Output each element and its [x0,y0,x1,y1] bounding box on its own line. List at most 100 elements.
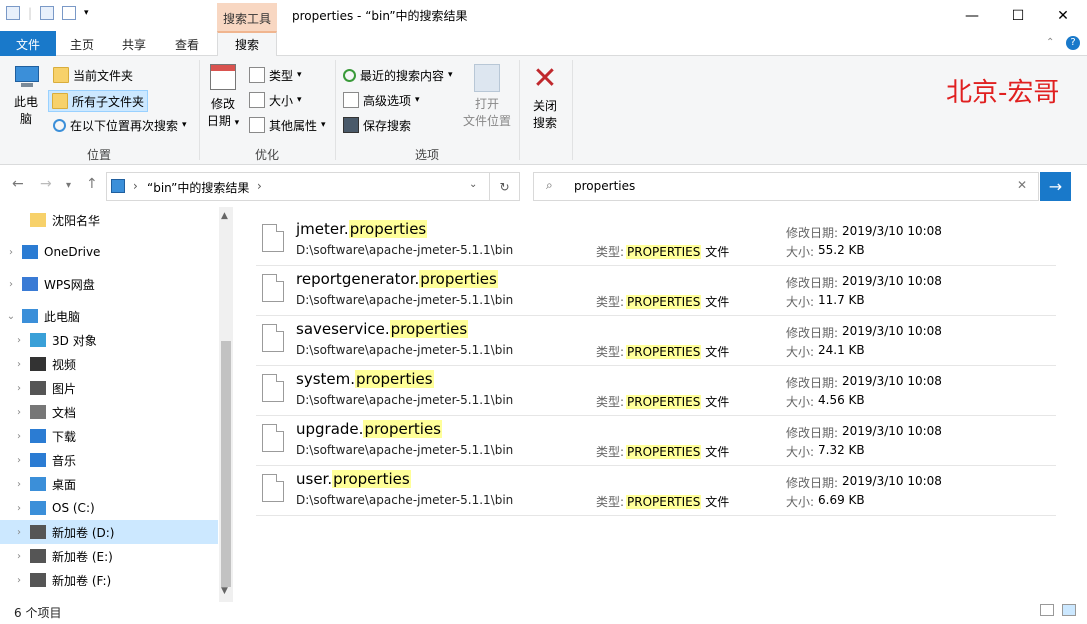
nav-item[interactable]: › 文档 [0,400,218,424]
up-button[interactable]: ↑ [86,176,98,192]
expand-chevron-icon[interactable]: › [14,431,24,442]
properties-icon[interactable] [40,6,55,20]
minimize-button[interactable]: — [949,0,995,31]
new-folder-icon[interactable] [62,6,77,20]
date-modified-button[interactable]: 修改 日期 ▾ [203,64,243,132]
other-properties-button[interactable]: 其他属性 ▾ [246,114,329,136]
search-result-row[interactable]: user.properties D:\software\apache-jmeter… [256,466,1056,516]
collapse-ribbon-icon[interactable]: ⌃ [1046,37,1054,48]
nav-item[interactable]: › WPS网盘 [0,272,218,296]
search-box[interactable]: ⌕ properties ✕ [533,172,1039,201]
all-subfolders-button[interactable]: 所有子文件夹 [48,90,149,112]
file-type-suffix: 文件 [701,345,730,359]
nav-item-label: 此电脑 [44,309,81,324]
search-result-row[interactable]: saveservice.properties D:\software\apache… [256,316,1056,366]
nav-item-label: 新加卷 (F:) [52,573,112,588]
address-dropdown-icon[interactable]: ⌄ [469,179,477,190]
scroll-up-icon[interactable]: ▲ [221,211,228,221]
nav-item[interactable]: 沈阳名华 [0,208,218,232]
tab-search[interactable]: 搜索 [217,31,277,57]
nav-item[interactable]: ⌄ 此电脑 [0,304,218,328]
nav-item[interactable]: › OneDrive [0,240,218,264]
expand-chevron-icon[interactable]: › [14,575,24,586]
nav-item[interactable]: › 桌面 [0,472,218,496]
clear-search-icon[interactable]: ✕ [1017,178,1027,192]
expand-chevron-icon[interactable]: › [6,279,16,290]
nav-item[interactable]: › 新加卷 (D:) [0,520,218,544]
expand-chevron-icon[interactable]: › [14,383,24,394]
search-result-row[interactable]: upgrade.properties D:\software\apache-jme… [256,416,1056,466]
save-search-button[interactable]: 保存搜索 [340,114,414,136]
nav-item[interactable]: › 视频 [0,352,218,376]
refresh-button[interactable]: ↻ [490,172,520,201]
maximize-button[interactable]: ☐ [995,0,1041,31]
nav-item[interactable]: › 音乐 [0,448,218,472]
file-name[interactable]: system.properties [296,370,434,388]
nav-item[interactable]: › 新加卷 (F:) [0,568,218,592]
expand-chevron-icon[interactable]: › [14,527,24,538]
tab-view[interactable]: 查看 [167,31,207,56]
file-name[interactable]: reportgenerator.properties [296,270,498,288]
recent-locations-button[interactable]: ▾ [66,180,71,191]
expand-chevron-icon[interactable]: › [14,551,24,562]
tab-share[interactable]: 共享 [114,31,154,56]
nav-scrollbar-thumb[interactable] [221,341,231,587]
this-pc-button[interactable]: 此电 脑 [6,64,46,128]
scroll-down-icon[interactable]: ▼ [221,586,228,596]
explorer-icon[interactable] [6,6,20,20]
breadcrumb-path[interactable]: “bin”中的搜索结果 [147,179,249,196]
search-result-row[interactable]: jmeter.properties D:\software\apache-jmet… [256,216,1056,266]
address-bar[interactable]: › “bin”中的搜索结果 › ⌄ [106,172,490,201]
type-label: 类型: [596,395,625,409]
type-label: 类型: [596,345,625,359]
nav-item[interactable]: › 新加卷 (E:) [0,544,218,568]
close-button[interactable]: ✕ [1040,0,1086,31]
forward-button[interactable]: → [40,176,52,192]
tab-home[interactable]: 主页 [62,31,102,56]
nav-item[interactable]: › 图片 [0,376,218,400]
file-name[interactable]: upgrade.properties [296,420,442,438]
search-result-row[interactable]: system.properties D:\software\apache-jmet… [256,366,1056,416]
nav-item[interactable]: › 下载 [0,424,218,448]
details-view-icon[interactable] [1040,604,1054,616]
recent-searches-button[interactable]: 最近的搜索内容 ▾ [340,64,456,86]
file-name[interactable]: saveservice.properties [296,320,469,338]
expand-chevron-icon[interactable]: › [14,455,24,466]
customize-qat-icon[interactable]: ▾ [84,8,89,18]
advanced-options-button[interactable]: 高级选项 ▾ [340,89,423,111]
open-file-location-button[interactable]: 打开 文件位置 [458,64,516,130]
file-name[interactable]: jmeter.properties [296,220,428,238]
expand-chevron-icon[interactable]: › [6,247,16,258]
close-search-button[interactable]: ✕ 关闭 搜索 [522,64,568,132]
search-input[interactable]: properties [574,179,635,193]
tiles-view-icon[interactable] [1062,604,1076,616]
expand-chevron-icon[interactable]: › [14,503,24,514]
dropdown-arrow-icon: ▾ [297,95,302,105]
file-name[interactable]: user.properties [296,470,411,488]
expand-chevron-icon[interactable]: › [14,335,24,346]
search-go-button[interactable]: → [1040,172,1071,201]
kind-button[interactable]: 类型 ▾ [246,64,305,86]
file-size: 11.7 KB [818,293,865,307]
nav-item[interactable]: › OS (C:) [0,496,218,520]
tab-file[interactable]: 文件 [0,31,56,56]
expand-chevron-icon[interactable]: › [14,407,24,418]
expand-chevron-icon[interactable]: › [14,479,24,490]
file-type: PROPERTIES 文件 [626,243,729,260]
nav-item-icon [30,357,46,371]
expand-chevron-icon[interactable]: ⌄ [6,311,16,322]
search-again-in-button[interactable]: 在以下位置再次搜索 ▾ [50,114,190,136]
options-group-label: 选项 [414,148,439,162]
size-button[interactable]: 大小 ▾ [246,89,305,111]
breadcrumb-chevron-icon[interactable]: › [257,179,262,193]
dropdown-arrow-icon: ▾ [415,95,420,105]
nav-item-label: 音乐 [52,453,77,468]
back-button[interactable]: ← [12,176,24,192]
search-result-row[interactable]: reportgenerator.properties D:\software\ap… [256,266,1056,316]
expand-chevron-icon[interactable]: › [14,359,24,370]
type-label: 类型: [596,495,625,509]
current-folder-button[interactable]: 当前文件夹 [50,64,136,86]
nav-item[interactable]: › 3D 对象 [0,328,218,352]
file-name-prefix: saveservice. [296,320,390,338]
help-icon[interactable]: ? [1066,36,1080,50]
